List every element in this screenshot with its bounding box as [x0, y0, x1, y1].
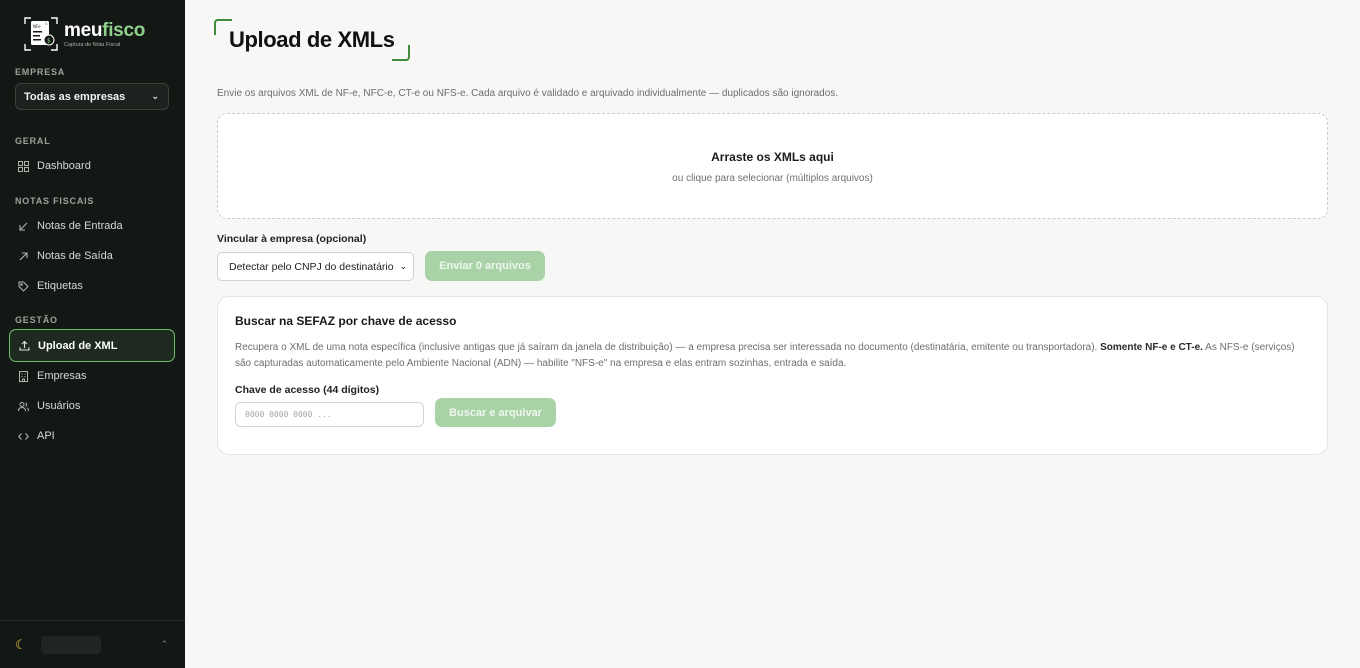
sefaz-search-card: Buscar na SEFAZ por chave de acesso Recu…: [217, 296, 1328, 455]
sidebar: NFe $ meufisco Captura de Nota Fiscal EM…: [0, 0, 185, 668]
access-key-label: Chave de acesso (44 dígitos): [235, 384, 380, 396]
sidebar-item-notas-saida[interactable]: Notas de Saída: [9, 243, 175, 269]
sidebar-item-label: Etiquetas: [37, 280, 83, 292]
sidebar-item-api[interactable]: API: [9, 423, 175, 449]
logo-document-icon: NFe $: [24, 16, 58, 52]
dropzone-title: Arraste os XMLs aqui: [711, 150, 834, 164]
section-label-notas: NOTAS FISCAIS: [15, 196, 95, 206]
svg-text:$: $: [47, 38, 51, 45]
chevron-down-icon: ⌄: [399, 261, 407, 271]
brand-logo[interactable]: NFe $ meufisco Captura de Nota Fiscal: [24, 14, 174, 54]
arrow-up-right-icon: [18, 251, 29, 262]
moon-icon[interactable]: ☾: [15, 637, 27, 653]
link-company-select-value: Detectar pelo CNPJ do destinatário: [229, 260, 394, 273]
company-select[interactable]: Todas as empresas ⌄: [15, 83, 169, 110]
code-icon: [18, 431, 29, 442]
arrow-down-left-icon: [18, 221, 29, 232]
link-company-label: Vincular à empresa (opcional): [217, 233, 367, 245]
access-key-input[interactable]: [235, 402, 424, 427]
sidebar-item-label: Notas de Saída: [37, 250, 113, 262]
sidebar-item-notas-entrada[interactable]: Notas de Entrada: [9, 213, 175, 239]
sidebar-item-label: Usuários: [37, 400, 81, 412]
users-icon: [18, 401, 29, 412]
sidebar-item-usuarios[interactable]: Usuários: [9, 393, 175, 419]
sidebar-item-label: Notas de Entrada: [37, 220, 123, 232]
page-title: Upload de XMLs: [229, 27, 395, 52]
sefaz-card-title: Buscar na SEFAZ por chave de acesso: [235, 314, 457, 328]
tag-icon: [18, 281, 29, 292]
grid-icon: [18, 160, 29, 172]
sidebar-item-empresas[interactable]: Empresas: [9, 363, 175, 389]
company-section-label: EMPRESA: [15, 67, 66, 77]
section-label-gestao: GESTÃO: [15, 315, 58, 325]
xml-dropzone[interactable]: Arraste os XMLs aqui ou clique para sele…: [217, 113, 1328, 219]
send-files-button[interactable]: Enviar 0 arquivos: [425, 251, 545, 281]
sidebar-item-label: API: [37, 430, 55, 442]
chevron-down-icon: ⌄: [151, 91, 159, 101]
link-company-select[interactable]: Detectar pelo CNPJ do destinatário ⌄: [217, 252, 414, 281]
sidebar-item-label: Empresas: [37, 370, 87, 382]
brand-name: meufisco: [64, 19, 146, 41]
brand-tagline: Captura de Nota Fiscal: [64, 41, 121, 48]
upload-icon: [19, 340, 30, 351]
page-intro: Envie os arquivos XML de NF-e, NFC-e, CT…: [217, 88, 839, 99]
sidebar-item-label: Dashboard: [37, 160, 91, 172]
search-archive-button[interactable]: Buscar e arquivar: [435, 398, 556, 427]
sidebar-item-label: Upload de XML: [38, 339, 118, 352]
sidebar-item-etiquetas[interactable]: Etiquetas: [9, 273, 175, 299]
building-icon: [18, 370, 29, 382]
chevron-up-icon[interactable]: ⌃: [160, 639, 168, 650]
page-title-frame: Upload de XMLs: [214, 19, 410, 61]
sidebar-item-upload-xml[interactable]: Upload de XML: [9, 329, 175, 362]
company-select-value: Todas as empresas: [24, 90, 126, 103]
user-menu[interactable]: [40, 635, 101, 654]
sidebar-item-dashboard[interactable]: Dashboard: [9, 153, 175, 179]
dropzone-subtitle: ou clique para selecionar (múltiplos arq…: [672, 173, 873, 184]
sidebar-footer: ☾ ⌃: [0, 620, 185, 668]
sefaz-card-description: Recupera o XML de uma nota específica (i…: [235, 342, 1295, 369]
svg-text:NFe: NFe: [33, 24, 41, 29]
section-label-geral: GERAL: [15, 136, 51, 146]
